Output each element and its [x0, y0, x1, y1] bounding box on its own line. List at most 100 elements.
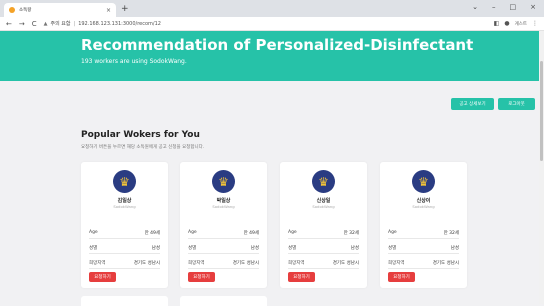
crown-avatar-icon: ♛ [412, 170, 435, 193]
worker-brand: SodokWang [212, 204, 235, 209]
divider [89, 268, 160, 269]
detail-button[interactable]: 공고 상세보기 [451, 98, 494, 110]
tab-title: 소독왕 [19, 8, 32, 13]
worker-name: 김일상 [117, 198, 132, 204]
url-separator: | [73, 20, 76, 27]
gender-value: 남성 [450, 246, 459, 251]
maximize-icon[interactable]: □ [510, 3, 517, 11]
worker-brand: SodokWang [312, 204, 335, 209]
tab-close-icon[interactable]: × [106, 7, 111, 14]
request-button[interactable]: 요청하기 [188, 272, 215, 282]
age-label: Age [288, 230, 297, 235]
area-row: 희망지역 경기도 성남시 [89, 260, 160, 266]
divider [388, 268, 459, 269]
divider [288, 268, 359, 269]
area-label: 희망지역 [288, 261, 305, 266]
gender-row: 성별 남성 [288, 245, 359, 251]
area-value: 경기도 성남시 [232, 261, 259, 266]
menu-icon[interactable]: ⋮ [532, 20, 538, 27]
hero-banner: Recommendation of Personalized-Disinfect… [0, 31, 544, 81]
page-subtitle: 193 workers are using SodokWang. [81, 58, 187, 65]
gender-row: 성별 남성 [388, 245, 459, 251]
divider [388, 253, 459, 254]
new-tab-button[interactable]: + [121, 3, 129, 15]
worker-card: ♛ 박일상 SodokWang Age 만 49세 성별 남성 희망지역 경기도 성남… [180, 162, 267, 288]
divider [89, 238, 160, 239]
area-label: 희망지역 [89, 261, 106, 266]
age-row: Age 만 32세 [388, 230, 459, 236]
forward-icon[interactable]: → [19, 20, 25, 28]
logout-button[interactable]: 로그아웃 [498, 98, 535, 110]
worker-name: 신상이 [416, 198, 431, 204]
age-value: 만 49세 [144, 231, 160, 236]
worker-card-next-row [81, 296, 168, 306]
gender-label: 성별 [188, 246, 197, 251]
worker-brand: SodokWang [412, 204, 435, 209]
worker-card-next-row [180, 296, 267, 306]
area-value: 경기도 성남시 [432, 261, 459, 266]
divider [188, 238, 259, 239]
area-row: 희망지역 경기도 성남시 [388, 260, 459, 266]
request-button[interactable]: 요청하기 [288, 272, 315, 282]
divider [288, 253, 359, 254]
window-controls: ⌄ – □ × [472, 3, 536, 11]
worker-card: ♛ 김일상 SodokWang Age 만 49세 성별 남성 희망지역 경기도 성남… [81, 162, 168, 288]
gender-value: 남성 [151, 246, 160, 251]
address-bar: ← → C ▲ 주의 요함 | 192.168.123.131:3000/rec… [0, 17, 544, 31]
age-row: Age 만 49세 [89, 230, 160, 236]
age-row: Age 만 49세 [188, 230, 259, 236]
page-title: Recommendation of Personalized-Disinfect… [81, 36, 474, 54]
area-label: 희망지역 [388, 261, 405, 266]
crown-avatar-icon: ♛ [113, 170, 136, 193]
divider [89, 253, 160, 254]
age-row: Age 만 32세 [288, 230, 359, 236]
request-button[interactable]: 요청하기 [388, 272, 415, 282]
security-label: 주의 요함 [50, 21, 71, 27]
divider [388, 238, 459, 239]
crown-avatar-icon: ♛ [212, 170, 235, 193]
divider [288, 238, 359, 239]
url-field[interactable]: ▲ 주의 요함 | 192.168.123.131:3000/recom/12 [43, 20, 487, 28]
gender-row: 성별 남성 [188, 245, 259, 251]
profile-icon[interactable]: ● [504, 20, 509, 27]
back-icon[interactable]: ← [6, 20, 12, 28]
gender-label: 성별 [388, 246, 397, 251]
profile-label[interactable]: 게스트 [515, 21, 527, 27]
worker-card: ♛ 신상일 SodokWang Age 만 32세 성별 남성 희망지역 경기도 성남… [280, 162, 367, 288]
worker-brand: SodokWang [113, 204, 136, 209]
minimize-icon[interactable]: – [492, 3, 496, 11]
age-label: Age [388, 230, 397, 235]
url-text: 192.168.123.131:3000/recom/12 [78, 20, 161, 27]
area-label: 희망지역 [188, 261, 205, 266]
divider [188, 253, 259, 254]
sidebar-icon[interactable]: ◧ [494, 20, 500, 27]
request-button[interactable]: 요청하기 [89, 272, 116, 282]
worker-card: ♛ 신상이 SodokWang Age 만 32세 성별 남성 희망지역 경기도 성남… [380, 162, 467, 288]
warning-icon: ▲ [43, 20, 48, 27]
worker-name: 박일상 [216, 198, 231, 204]
scroll-thumb[interactable] [540, 61, 543, 161]
toolbar-right: ◧ ● 게스트 ⋮ [494, 20, 538, 27]
close-window-icon[interactable]: × [530, 3, 536, 11]
gender-value: 남성 [350, 246, 359, 251]
age-label: Age [188, 230, 197, 235]
browser-tab[interactable]: 소독왕 × [4, 3, 116, 17]
area-value: 경기도 성남시 [133, 261, 160, 266]
gender-label: 성별 [288, 246, 297, 251]
divider [188, 268, 259, 269]
scrollbar[interactable] [539, 31, 544, 304]
reload-icon[interactable]: C [32, 20, 37, 28]
favicon-icon [9, 7, 15, 13]
worker-name: 신상일 [316, 198, 331, 204]
age-label: Age [89, 230, 98, 235]
age-value: 만 49세 [243, 231, 259, 236]
area-row: 희망지역 경기도 성남시 [188, 260, 259, 266]
gender-label: 성별 [89, 246, 98, 251]
section-description: 요청하기 버튼을 누르면 해당 소독원에게 공고 신청을 요청합니다. [81, 145, 205, 150]
gender-row: 성별 남성 [89, 245, 160, 251]
area-row: 희망지역 경기도 성남시 [288, 260, 359, 266]
tab-search-icon[interactable]: ⌄ [472, 3, 478, 11]
age-value: 만 32세 [443, 231, 459, 236]
browser-tabbar: 소독왕 × + ⌄ – □ × [0, 0, 544, 17]
section-title: Popular Wokers for You [81, 130, 200, 140]
